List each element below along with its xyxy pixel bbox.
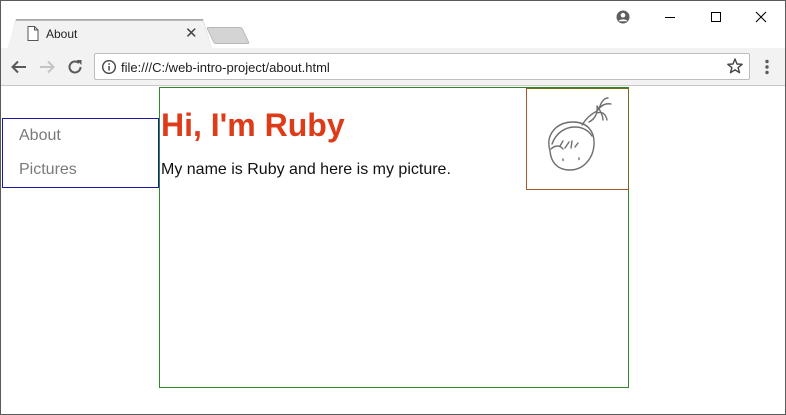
info-icon[interactable] [101, 59, 117, 75]
page-heading: Hi, I'm Ruby [161, 107, 345, 143]
maximize-icon[interactable] [701, 7, 731, 27]
close-icon[interactable] [746, 7, 776, 27]
browser-window: About ✕ file:///C:/web-intro-project/abo… [0, 0, 786, 415]
browser-toolbar: file:///C:/web-intro-project/about.html [1, 48, 785, 86]
minimize-icon[interactable] [655, 7, 685, 27]
tab-close-icon[interactable]: ✕ [185, 25, 198, 42]
intro-paragraph: My name is Ruby and here is my picture. [161, 161, 451, 178]
sidebar-nav: About Pictures [2, 118, 159, 188]
forward-icon[interactable] [36, 56, 58, 78]
page-content: About Pictures Hi, I'm Ruby My name is R… [1, 87, 785, 414]
reload-icon[interactable] [64, 56, 86, 78]
nav-link-about[interactable]: About [19, 127, 61, 145]
profile-icon[interactable] [613, 7, 633, 27]
more-vertical-icon[interactable] [759, 57, 775, 77]
document-icon [27, 26, 39, 41]
profile-picture [526, 88, 629, 190]
back-icon[interactable] [8, 56, 30, 78]
new-tab-icon[interactable] [206, 27, 250, 44]
star-icon[interactable] [726, 57, 744, 75]
title-bar: About ✕ [1, 1, 785, 49]
main-section: Hi, I'm Ruby My name is Ruby and here is… [159, 87, 629, 388]
nav-link-pictures[interactable]: Pictures [19, 161, 77, 179]
address-bar[interactable]: file:///C:/web-intro-project/about.html [94, 53, 750, 80]
ruby-avatar-drawing [548, 97, 612, 171]
tab-title: About [46, 27, 78, 41]
url-text[interactable]: file:///C:/web-intro-project/about.html [121, 60, 330, 75]
